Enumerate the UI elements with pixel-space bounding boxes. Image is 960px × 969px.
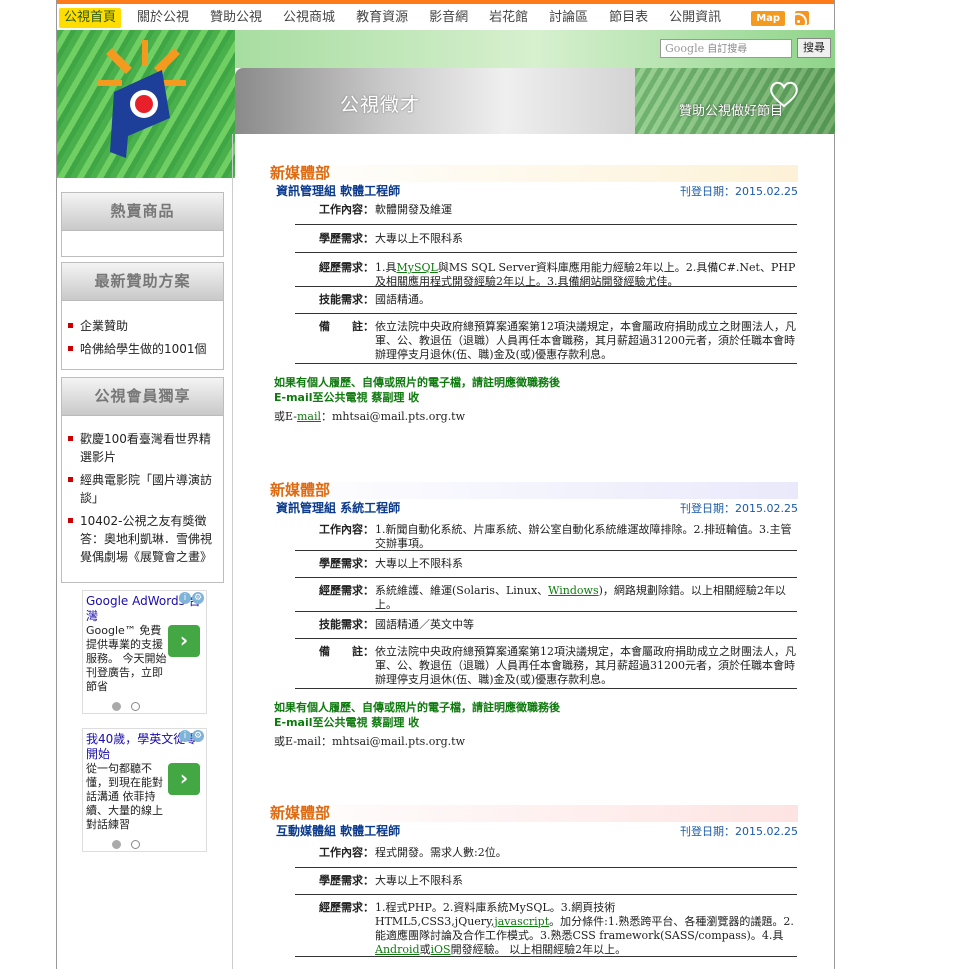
windows-link[interactable]: Windows <box>548 584 598 597</box>
row-value: 程式開發。需求人數:2位。 <box>375 846 507 859</box>
apply-contact: E-mail至公共電視 蔡副理 收 <box>274 716 420 729</box>
row-label: 備 註： <box>319 645 374 658</box>
sidebar-member-title: 公視會員獨享 <box>62 378 223 416</box>
row-label: 經歷需求： <box>319 901 374 914</box>
page-right-border <box>834 0 835 969</box>
ad-adwords[interactable]: i ⚙ Google AdWords 台灣 Google™ 免費提供專業的支援服務… <box>82 590 207 714</box>
row-label: 學歷需求： <box>319 232 374 245</box>
recruit-banner: 公視徵才 贊助公視做好節目 <box>235 68 835 134</box>
nav-video[interactable]: 影音網 <box>424 8 473 28</box>
ad-text: Google™ 免費提供專業的支援服務。 今天開始刊登廣告，立即節省 <box>86 624 167 693</box>
javascript-link[interactable]: javascript <box>494 915 549 928</box>
nav-public-info[interactable]: 公開資訊 <box>664 8 726 28</box>
top-orange-line <box>57 0 835 4</box>
sidebar-item-100[interactable]: 歡慶100看臺灣看世界精選影片 <box>68 430 219 466</box>
nav-forum[interactable]: 討論區 <box>544 8 593 28</box>
row-label: 學歷需求： <box>319 874 374 887</box>
row-label: 經歷需求： <box>319 261 374 274</box>
apply-note: 如果有個人履歷、自傳或照片的電子檔，請註明應徵職務後 <box>274 376 560 389</box>
row-label: 工作內容： <box>319 523 374 536</box>
nav-about[interactable]: 關於公視 <box>132 8 194 28</box>
sidebar-sponsor-title: 最新贊助方案 <box>62 263 223 301</box>
row-label: 學歷需求： <box>319 557 374 570</box>
row-label: 技能需求： <box>319 618 374 631</box>
row-value: 依立法院中央政府總預算案通案第12項決議規定，本會屬政府捐助成立之財團法人，凡軍… <box>375 645 796 686</box>
search-placeholder: 自訂搜尋 <box>707 44 748 55</box>
search-input[interactable]: Google 自訂搜尋 <box>660 39 792 58</box>
row-value: 大專以上不限科系 <box>375 557 463 570</box>
job-listing: 新媒體部 資訊管理組 軟體工程師 刊登日期：2015.02.25 工作內容： 軟體… <box>268 165 798 424</box>
ios-link[interactable]: iOS <box>431 943 451 956</box>
row-value: 1.程式PHP。2.資料庫系統MySQL。3.網頁技術HTML5,CSS3,jQ… <box>375 901 794 956</box>
heart-icon <box>770 81 798 108</box>
google-label: Google <box>665 42 705 55</box>
rss-icon[interactable] <box>795 11 810 25</box>
row-value: 軟體開發及維運 <box>375 203 452 216</box>
sidebar-item-harvard[interactable]: 哈佛給學生做的1001個 <box>68 340 219 358</box>
job-listing: 新媒體部 資訊管理組 系統工程師 刊登日期：2015.02.25 工作內容： 1.… <box>268 482 798 749</box>
ad-info-icons[interactable]: i ⚙ <box>178 730 204 742</box>
row-value: 國語精通／英文中等 <box>375 618 474 631</box>
nav-schedule[interactable]: 節目表 <box>604 8 653 28</box>
nav-sponsor[interactable]: 贊助公視 <box>205 8 267 28</box>
sidebar-item-cinema[interactable]: 經典電影院「國片導演訪談」 <box>68 471 219 507</box>
job-date: 刊登日期：2015.02.25 <box>680 825 798 838</box>
row-value: 大專以上不限科系 <box>375 874 463 887</box>
sidebar-item-quiz[interactable]: 10402-公視之友有獎徵答：奧地利凱琳．雪佛視覺偶劇場《展覽會之畫》 <box>68 512 219 566</box>
search-button[interactable]: 搜尋 <box>797 38 831 58</box>
nav-home[interactable]: 公視首頁 <box>59 8 122 28</box>
row-label: 工作內容： <box>319 203 374 216</box>
row-label: 備 註： <box>319 320 374 333</box>
mail-link[interactable]: mail <box>297 410 321 423</box>
chevron-right-icon[interactable]: › <box>168 625 200 657</box>
apply-email: 或E-mail：mhtsai@mail.pts.org.tw <box>274 735 466 748</box>
ad-english[interactable]: i ⚙ 我40歲，學英文從零開始 從一句都聽不懂，到現在能對話溝通 依菲持續、大量… <box>82 728 207 852</box>
row-label: 工作內容： <box>319 846 374 859</box>
row-value: 國語精通。 <box>375 293 430 306</box>
job-title: 資訊管理組 軟體工程師 <box>276 184 401 198</box>
android-link[interactable]: Android <box>375 943 420 956</box>
nav-education[interactable]: 教育資源 <box>351 8 413 28</box>
nav-gallery[interactable]: 岩花館 <box>484 8 533 28</box>
page-title: 公視徵才 <box>340 94 421 116</box>
job-department: 新媒體部 <box>268 165 798 182</box>
pts-logo-icon[interactable] <box>92 40 192 160</box>
nav-shop[interactable]: 公視商城 <box>278 8 340 28</box>
apply-contact: E-mail至公共電視 蔡副理 收 <box>274 391 420 404</box>
ad-pager[interactable] <box>86 700 203 714</box>
row-value: 大專以上不限科系 <box>375 232 463 245</box>
row-value: 依立法院中央政府總預算案通案第12項決議規定，本會屬政府捐助成立之財團法人，凡軍… <box>375 320 796 361</box>
row-value: 系統維護、維運(Solaris、Linux、Windows)，網路規劃除錯。以上… <box>375 584 786 611</box>
job-date: 刊登日期：2015.02.25 <box>680 185 798 198</box>
sidebar-hot-products: 熱賣商品 <box>61 192 224 257</box>
job-department: 新媒體部 <box>268 482 798 499</box>
row-value: 1.具MySQL與MS SQL Server資料庫應用能力經驗2年以上。2.具備… <box>375 261 796 288</box>
ad-pager[interactable] <box>86 838 203 852</box>
top-navigation: 公視首頁 關於公視 贊助公視 公視商城 教育資源 影音網 岩花館 討論區 節目表… <box>57 6 835 30</box>
content-divider <box>232 134 233 969</box>
chevron-right-icon[interactable]: › <box>168 763 200 795</box>
sidebar-hot-title: 熱賣商品 <box>62 193 223 231</box>
row-label: 技能需求： <box>319 293 374 306</box>
row-value: 1.新聞自動化系統、片庫系統、辦公室自動化系統維運故障排除。2.排班輪值。3.主… <box>375 523 792 550</box>
sidebar-item-corporate[interactable]: 企業贊助 <box>68 317 219 335</box>
job-title: 資訊管理組 系統工程師 <box>276 501 401 515</box>
mysql-link[interactable]: MySQL <box>397 261 438 274</box>
ad-info-icons[interactable]: i ⚙ <box>178 592 204 604</box>
apply-email: 或E-mail：mhtsai@mail.pts.org.tw <box>274 410 466 423</box>
sidebar-member: 公視會員獨享 歡慶100看臺灣看世界精選影片 經典電影院「國片導演訪談」 104… <box>61 377 224 583</box>
job-department: 新媒體部 <box>268 805 798 822</box>
job-title: 互動媒體組 軟體工程師 <box>276 824 401 838</box>
banner-subtitle[interactable]: 贊助公視做好節目 <box>679 100 783 119</box>
job-listing: 新媒體部 互動媒體組 軟體工程師 刊登日期：2015.02.25 工作內容： 程式… <box>268 805 798 957</box>
job-date: 刊登日期：2015.02.25 <box>680 502 798 515</box>
map-button[interactable]: Map <box>751 10 786 26</box>
row-label: 經歷需求： <box>319 584 374 597</box>
sidebar-sponsor: 最新贊助方案 企業贊助 哈佛給學生做的1001個 <box>61 262 224 370</box>
ad-text: 從一句都聽不懂，到現在能對話溝通 依菲持續、大量的線上對話練習 <box>86 762 163 831</box>
apply-note: 如果有個人履歷、自傳或照片的電子檔，請註明應徵職務後 <box>274 701 560 714</box>
